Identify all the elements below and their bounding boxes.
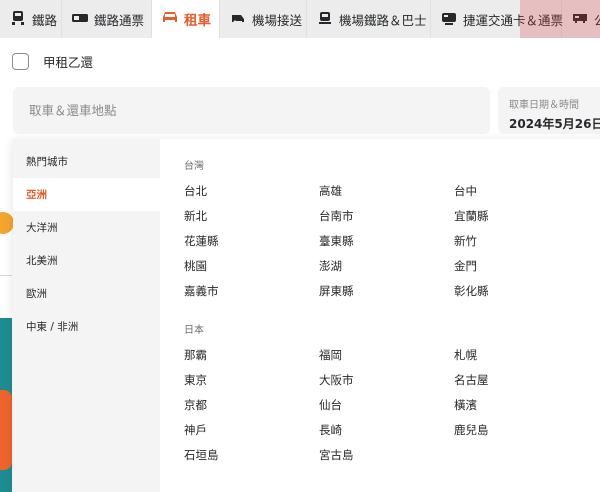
city-option[interactable]: 福岡 <box>319 347 454 363</box>
train-icon <box>10 10 26 28</box>
city-option[interactable]: 台南市 <box>319 208 454 224</box>
city-option[interactable]: 長崎 <box>319 422 454 438</box>
region-north-america[interactable]: 北美洲 <box>13 244 160 277</box>
city-option[interactable]: 新北 <box>184 208 319 224</box>
group-title-taiwan: 台灣 <box>184 161 204 172</box>
metro-card-icon <box>441 11 457 28</box>
pickup-datetime-label: 取車日期＆時間 <box>509 100 579 111</box>
city-option[interactable]: 東京 <box>184 372 319 388</box>
city-option[interactable]: 札幌 <box>454 347 589 363</box>
city-option[interactable]: 花蓮縣 <box>184 233 319 249</box>
city-option[interactable]: 臺東縣 <box>319 233 454 249</box>
group-title-japan: 日本 <box>184 325 204 336</box>
region-oceania[interactable]: 大洋洲 <box>13 211 160 244</box>
location-input[interactable] <box>29 103 490 118</box>
city-option[interactable]: 嘉義市 <box>184 283 319 299</box>
car-icon <box>162 10 178 28</box>
city-option[interactable]: 新竹 <box>454 233 589 249</box>
pickup-dropoff-location-field[interactable] <box>13 87 490 134</box>
product-tab-bar: 鐵路 鐵路通票 租車 機場接送 機場鐵路＆巴士 捷運交通卡＆通票 公 <box>0 0 600 38</box>
airport-transfer-icon <box>230 11 246 28</box>
city-option[interactable]: 金門 <box>454 258 589 274</box>
tab-airport-rail-bus[interactable]: 機場鐵路＆巴士 <box>307 0 431 38</box>
city-option[interactable]: 彰化縣 <box>454 283 589 299</box>
one-way-checkbox[interactable] <box>12 53 29 70</box>
city-option[interactable]: 宮古島 <box>319 447 454 463</box>
region-asia[interactable]: 亞洲 <box>13 178 160 211</box>
location-dropdown: 熱門城市 亞洲 大洋洲 北美洲 歐洲 中東 / 非洲 台灣 台北 高雄 台中 新… <box>13 139 600 492</box>
rail-pass-icon <box>72 11 88 28</box>
region-europe[interactable]: 歐洲 <box>13 277 160 310</box>
region-popular-cities[interactable]: 熱門城市 <box>13 145 160 178</box>
region-list: 熱門城市 亞洲 大洋洲 北美洲 歐洲 中東 / 非洲 <box>13 139 160 492</box>
city-option[interactable]: 鹿兒島 <box>454 422 589 438</box>
region-middle-east-africa[interactable]: 中東 / 非洲 <box>13 310 160 343</box>
pickup-datetime-field[interactable]: 取車日期＆時間 2024年5月26日 1 <box>498 87 600 134</box>
city-option[interactable]: 那霸 <box>184 347 319 363</box>
airport-train-icon <box>317 11 333 28</box>
city-option[interactable]: 京都 <box>184 397 319 413</box>
city-option[interactable]: 屏東縣 <box>319 283 454 299</box>
city-panel: 台灣 台北 高雄 台中 新北 台南市 宜蘭縣 花蓮縣 臺東縣 新竹 桃園 澎湖 … <box>160 139 600 492</box>
city-option[interactable]: 台中 <box>454 183 589 199</box>
tab-airport-transfer[interactable]: 機場接送 <box>220 0 307 38</box>
tab-car-rental[interactable]: 租車 <box>152 0 220 38</box>
city-option[interactable]: 仙台 <box>319 397 454 413</box>
one-way-rental-option[interactable]: 甲租乙還 <box>12 52 93 71</box>
city-option[interactable]: 名古屋 <box>454 372 589 388</box>
city-option[interactable]: 高雄 <box>319 183 454 199</box>
background-promo-accent <box>0 390 12 470</box>
city-option[interactable]: 石垣島 <box>184 447 319 463</box>
city-grid-taiwan: 台北 高雄 台中 新北 台南市 宜蘭縣 花蓮縣 臺東縣 新竹 桃園 澎湖 金門 … <box>184 183 600 299</box>
tab-rail-pass[interactable]: 鐵路通票 <box>62 0 152 38</box>
city-grid-japan: 那霸 福岡 札幌 東京 大阪市 名古屋 京都 仙台 橫濱 神戶 長崎 鹿兒島 石… <box>184 347 600 463</box>
city-option[interactable]: 神戶 <box>184 422 319 438</box>
city-option[interactable]: 桃園 <box>184 258 319 274</box>
city-option[interactable]: 澎湖 <box>319 258 454 274</box>
city-option[interactable]: 橫濱 <box>454 397 589 413</box>
city-option[interactable]: 台北 <box>184 183 319 199</box>
background-divider <box>0 275 12 276</box>
tab-train[interactable]: 鐵路 <box>0 0 62 38</box>
city-option[interactable]: 宜蘭縣 <box>454 208 589 224</box>
decorative-banner-edge <box>520 0 600 38</box>
pickup-datetime-value: 2024年5月26日 1 <box>509 117 600 131</box>
one-way-label: 甲租乙還 <box>43 55 94 70</box>
city-option[interactable]: 大阪市 <box>319 372 454 388</box>
